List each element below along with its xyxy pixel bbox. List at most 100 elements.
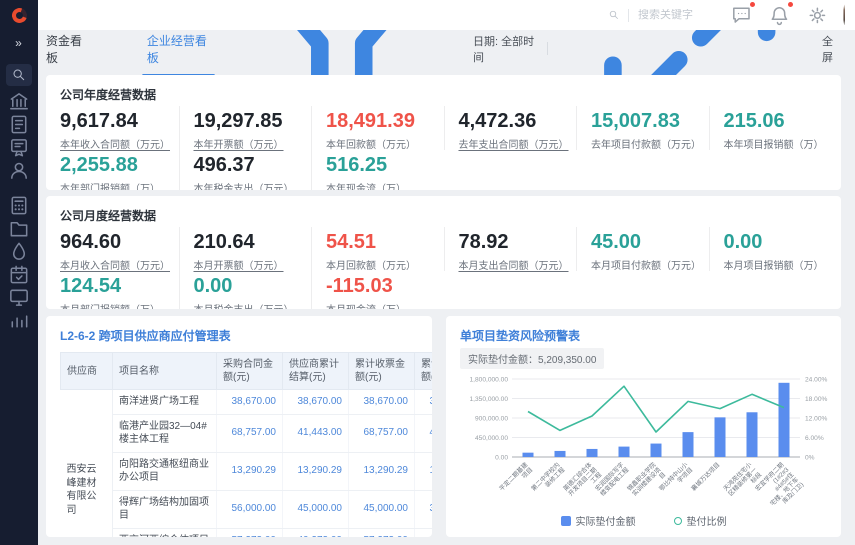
trend-line	[528, 386, 784, 432]
kpi-value: 516.25	[326, 154, 438, 177]
sidebar-expand-button[interactable]: »	[0, 30, 38, 56]
project-name-cell: 西京河西综合体项目	[113, 528, 217, 537]
card-title: L2-6-2 跨项目供应商应付管理表	[46, 316, 432, 347]
kpi-value: 19,297.85	[194, 110, 306, 133]
sidebar-item-search[interactable]	[0, 62, 38, 88]
sidebar-item-droplet[interactable]	[0, 240, 38, 263]
kpi-value: 964.60	[60, 231, 173, 254]
sidebar-item-certificate[interactable]	[0, 136, 38, 159]
bar[interactable]	[747, 412, 758, 457]
avatar[interactable]	[843, 4, 845, 25]
app-logo[interactable]	[0, 0, 38, 30]
sidebar-item-user[interactable]	[0, 159, 38, 182]
table-header-cell: 采购合同金额(元)	[217, 353, 283, 390]
divider	[628, 9, 629, 22]
kpi-label-link[interactable]: 本月税金支出（万元）	[194, 301, 306, 309]
kpi-item: 2,255.88 本年部门报销额（万）	[46, 150, 179, 190]
kpi-label-link[interactable]: 本年税金支出（万元）	[194, 180, 306, 190]
kpi-item: 124.54 本月部门报销额（万）	[46, 271, 179, 309]
table-row: 西京河西综合体项目57,273.0040,273.0057,273.0014,0…	[61, 528, 433, 537]
bar[interactable]	[715, 417, 726, 457]
x-axis-label: 宏宜学府二期(1#2#3#4#5#住宅楼、地下车库及门卫)	[754, 460, 806, 512]
sidebar-item-folder[interactable]	[0, 217, 38, 240]
amount-cell[interactable]: 56,000.00	[217, 490, 283, 528]
bar[interactable]	[779, 383, 790, 457]
bar[interactable]	[619, 447, 630, 457]
kpi-label-link[interactable]: 去年支出合同额（万元）	[459, 136, 571, 151]
y-right-tick: 12.00%	[805, 416, 828, 423]
y-right-tick: 6.00%	[805, 435, 824, 442]
bar[interactable]	[683, 432, 694, 457]
kpi-value: 124.54	[60, 275, 173, 298]
kpi-label-link[interactable]: 本月开票额（万元）	[194, 257, 306, 272]
supplier-payable-table: 供应商项目名称采购合同金额(元)供应商累计结算(元)累计收票金额(元)累计付款金…	[60, 352, 432, 537]
amount-cell[interactable]: 14,071.00	[415, 528, 433, 537]
bar[interactable]	[587, 449, 598, 457]
top-header	[38, 0, 855, 30]
amount-cell[interactable]: 40,273.00	[283, 528, 349, 537]
bar[interactable]	[523, 453, 534, 457]
risk-chart: 1,800,000.0024.00%1,350,000.0018.00%900,…	[454, 369, 838, 521]
bar[interactable]	[651, 444, 662, 457]
amount-cell[interactable]: 38,670.00	[349, 390, 415, 415]
kpi-label-link[interactable]: 本年收入合同额（万元）	[60, 136, 173, 151]
kpi-item: 0.00 本月税金支出（万元）	[179, 271, 312, 309]
gear-icon[interactable]	[806, 4, 829, 27]
amount-cell[interactable]: 13,290.29	[349, 452, 415, 490]
amount-cell[interactable]: 68,757.00	[217, 414, 283, 452]
sidebar-nav	[0, 62, 38, 332]
amount-cell[interactable]: 33,000.00	[415, 490, 433, 528]
amount-cell[interactable]: 13,290.29	[217, 452, 283, 490]
logo-c-ring-icon	[9, 5, 29, 25]
legend-item-bar[interactable]: 实际垫付金额	[561, 513, 636, 528]
project-name-cell: 南洋进贤广场工程	[113, 390, 217, 415]
kpi-label-link[interactable]: 本年部门报销额（万）	[60, 180, 173, 190]
sidebar-item-bank[interactable]	[0, 90, 38, 113]
amount-cell[interactable]: 68,757.00	[349, 414, 415, 452]
divider	[547, 42, 548, 55]
sidebar-item-monitor[interactable]	[0, 286, 38, 309]
amount-cell[interactable]: 38,670.00	[415, 390, 433, 415]
tab-enterprise-dashboard[interactable]: 企业经营看板	[147, 32, 210, 66]
search-input[interactable]	[638, 9, 730, 21]
kpi-item: 78.92本月支出合同额（万元）	[444, 227, 577, 271]
sidebar-item-calendar[interactable]	[0, 263, 38, 286]
kpi-label: 本年项目报销额（万）	[724, 136, 836, 151]
message-icon[interactable]	[730, 4, 753, 27]
sidebar-item-signal[interactable]	[0, 309, 38, 332]
legend-item-line[interactable]: 垫付比例	[674, 513, 727, 528]
x-axis-label: 平定二期基建项目	[498, 461, 535, 498]
amount-cell[interactable]: 57,273.00	[349, 528, 415, 537]
sidebar-item-calculator[interactable]	[0, 194, 38, 217]
project-name-cell: 临港产业园32—04#楼主体工程	[113, 414, 217, 452]
kpi-label: 本月现金流（万）	[326, 301, 438, 309]
kpi-value: 2,255.88	[60, 154, 173, 177]
kpi-label-link[interactable]: 本月部门报销额（万）	[60, 301, 173, 309]
kpi-value: 18,491.39	[326, 110, 438, 133]
search-icon[interactable]	[608, 9, 620, 21]
amount-cell[interactable]: 13,290.29	[415, 452, 433, 490]
amount-cell[interactable]: 13,290.29	[283, 452, 349, 490]
bar[interactable]	[555, 451, 566, 457]
amount-cell[interactable]: 41,443.00	[415, 414, 433, 452]
legend-label: 实际垫付金额	[576, 513, 636, 528]
x-axis-label: 锦鑫职业学院实训楼建设项目	[626, 461, 668, 503]
amount-cell[interactable]: 38,670.00	[217, 390, 283, 415]
sidebar-item-edit-document[interactable]	[0, 113, 38, 136]
tab-fund-dashboard[interactable]: 资金看板	[46, 32, 88, 66]
amount-cell[interactable]: 45,000.00	[349, 490, 415, 528]
bell-icon[interactable]	[768, 4, 791, 27]
amount-cell[interactable]: 45,000.00	[283, 490, 349, 528]
x-axis-label: 第二中学校内装修工程	[530, 461, 567, 498]
kpi-label-link[interactable]: 本年开票额（万元）	[194, 136, 306, 151]
table-header-cell: 累计付款金额(元)	[415, 353, 433, 390]
amount-cell[interactable]: 41,443.00	[283, 414, 349, 452]
kpi-label-link[interactable]: 本月收入合同额（万元）	[60, 257, 173, 272]
edit-document-icon	[0, 113, 38, 136]
monthly-kpi-grid: 964.60本月收入合同额（万元）210.64本月开票额（万元）54.51本月回…	[46, 227, 841, 309]
amount-cell[interactable]: 57,273.00	[217, 528, 283, 537]
kpi-value: 0.00	[194, 275, 306, 298]
amount-cell[interactable]: 38,670.00	[283, 390, 349, 415]
kpi-label-link[interactable]: 本月支出合同额（万元）	[459, 257, 571, 272]
header-icons	[730, 4, 845, 27]
